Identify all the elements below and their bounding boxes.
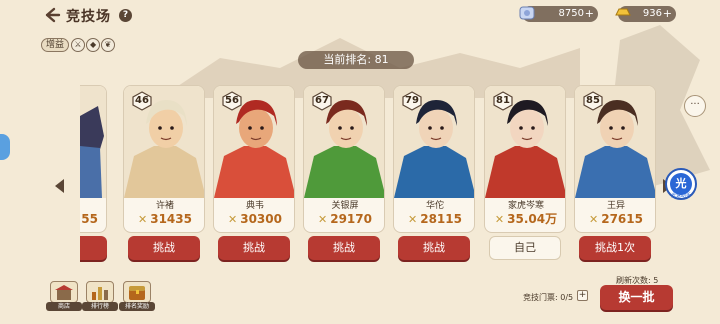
buff-bar[interactable]: 增益 ⚔ ◆ ❦: [41, 37, 116, 53]
gem-add-icon[interactable]: +: [585, 6, 594, 22]
ticket-add-icon[interactable]: +: [577, 290, 588, 301]
opponent-card[interactable]: 85 王异 ✕ 27615: [574, 85, 656, 233]
speed-assistant-button[interactable]: 光 光速助手: [665, 168, 697, 200]
level-badge: 85: [582, 91, 604, 111]
gold-amount: 936: [642, 8, 662, 19]
level-value: 46: [135, 95, 149, 106]
combat-power: ✕ 27615: [575, 210, 655, 228]
opponent-card-partial[interactable]: 55: [80, 85, 107, 233]
opponent-card[interactable]: 67 关银屏 ✕ 29170: [303, 85, 385, 233]
current-rank: 当前排名: 81: [298, 51, 414, 69]
side-drawer-tab[interactable]: [0, 134, 10, 160]
gold-counter[interactable]: 936 +: [615, 6, 676, 22]
challenge-button-partial[interactable]: [80, 236, 107, 260]
partial-portrait: [80, 86, 106, 198]
leaderboard-button[interactable]: 排行榜: [82, 281, 118, 311]
shop-icon: [50, 281, 78, 303]
rank-reward-button[interactable]: 排名奖励: [119, 281, 155, 311]
help-icon[interactable]: ?: [119, 9, 132, 22]
chat-bubble-icon[interactable]: ···: [684, 95, 706, 117]
combat-power-value: 27615: [601, 212, 643, 226]
gem-counter[interactable]: 8750 +: [519, 6, 598, 22]
combat-power-value: 30300: [240, 212, 282, 226]
crossed-swords-icon: ✕: [494, 213, 505, 226]
shop-button[interactable]: 商店: [46, 281, 82, 311]
self-indicator: 自己: [489, 236, 561, 260]
challenge-button[interactable]: 挑战: [398, 236, 470, 260]
crossed-swords-icon: ✕: [408, 213, 418, 226]
top-bar: 竞技场 ? 8750 + 936 +: [0, 0, 720, 30]
level-badge: 67: [311, 91, 333, 111]
opponent-card[interactable]: 81 家虎岑寒 ✕ 35.04万: [484, 85, 566, 233]
level-value: 67: [315, 95, 329, 106]
crossed-swords-icon: ✕: [138, 213, 148, 226]
opponent-card[interactable]: 79 华佗 ✕ 28115: [393, 85, 475, 233]
gem-icon: [519, 6, 535, 20]
level-value: 79: [405, 95, 419, 106]
shop-label: 商店: [46, 302, 82, 311]
opponent-card[interactable]: 46 许褚 ✕ 31435: [123, 85, 205, 233]
level-badge: 56: [221, 91, 243, 111]
combat-power: ✕ 31435: [124, 210, 204, 228]
crossed-swords-icon: ✕: [318, 213, 328, 226]
level-badge: 79: [401, 91, 423, 111]
gem-amount: 8750: [558, 8, 584, 19]
refresh-opponents-button[interactable]: 换一批: [600, 285, 673, 310]
speed-assistant-label: 光速助手: [670, 193, 691, 199]
level-value: 85: [586, 95, 600, 106]
leaderboard-label: 排行榜: [82, 302, 118, 311]
combat-power: ✕ 35.04万: [485, 210, 565, 228]
leaf-icon: ❦: [101, 38, 116, 52]
level-value: 56: [225, 95, 239, 106]
gold-add-icon[interactable]: +: [663, 6, 672, 22]
crossed-swords-icon: ✕: [589, 213, 599, 226]
combat-power-value: 31435: [150, 212, 192, 226]
opponent-card[interactable]: 56 典韦 ✕ 30300: [213, 85, 295, 233]
partial-power: 55: [81, 212, 98, 226]
shield-icon: ◆: [86, 38, 101, 52]
challenge-button[interactable]: 挑战: [308, 236, 380, 260]
combat-power-value: 29170: [330, 212, 372, 226]
level-value: 81: [496, 95, 510, 106]
page-title: 竞技场: [66, 9, 111, 25]
treasure-chest-icon: [123, 281, 151, 303]
rank-reward-label: 排名奖励: [119, 302, 155, 311]
challenge-button[interactable]: 挑战1次: [579, 236, 651, 260]
leaderboard-icon: [86, 281, 114, 303]
buff-label: 增益: [41, 38, 70, 52]
combat-power-value: 28115: [420, 212, 462, 226]
combat-power: ✕ 28115: [394, 210, 474, 228]
scroll-left-arrow-icon[interactable]: [55, 179, 64, 193]
combat-power: ✕ 29170: [304, 210, 384, 228]
level-badge: 81: [492, 91, 514, 111]
sword-icon: ⚔: [71, 38, 86, 52]
crossed-swords-icon: ✕: [228, 213, 238, 226]
level-badge: 46: [131, 91, 153, 111]
gold-ingot-icon: [615, 8, 631, 16]
challenge-button[interactable]: 挑战: [218, 236, 290, 260]
challenge-button[interactable]: 挑战: [128, 236, 200, 260]
combat-power-value: 35.04万: [507, 212, 558, 226]
combat-power: ✕ 30300: [214, 210, 294, 228]
arena-ticket-count: 竞技门票: 0/5: [523, 293, 574, 302]
back-arrow-icon[interactable]: [42, 5, 62, 25]
